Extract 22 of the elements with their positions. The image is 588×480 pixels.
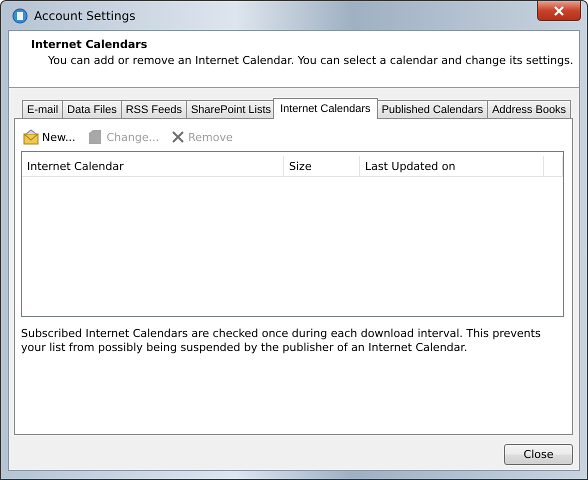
column-header[interactable]: Last Updated on [360,156,544,176]
window-title: Account Settings [34,8,136,22]
tab[interactable]: Internet Calendars [273,98,378,119]
document-icon [87,129,104,145]
close-icon [171,130,186,144]
app-icon [12,8,28,24]
tab[interactable]: Published Calendars [376,100,488,118]
calendar-list[interactable]: Internet Calendar Size Last Updated on [21,151,564,317]
close-dialog-button[interactable]: Close [504,444,573,465]
section-title: Internet Calendars [31,38,148,51]
column-header[interactable]: Internet Calendar [22,156,284,176]
tab[interactable]: Data Files [62,100,122,118]
envelope-icon [23,129,39,145]
section-description: You can add or remove an Internet Calendar. You can select a calendar and change its settings. [48,54,574,67]
tab[interactable]: Address Books [487,100,572,118]
tab[interactable]: RSS Feeds [120,100,187,118]
info-text: Subscribed Internet Calendars are checked once during each download interval. This prevents your list from possibly being suspended by the publisher of an Internet Calendar. [21,327,542,355]
close-button[interactable] [537,1,581,21]
close-icon [554,6,564,16]
column-header[interactable]: Size [284,156,360,176]
tab[interactable]: E-mail [22,100,64,118]
new-button[interactable]: New... [23,129,76,145]
